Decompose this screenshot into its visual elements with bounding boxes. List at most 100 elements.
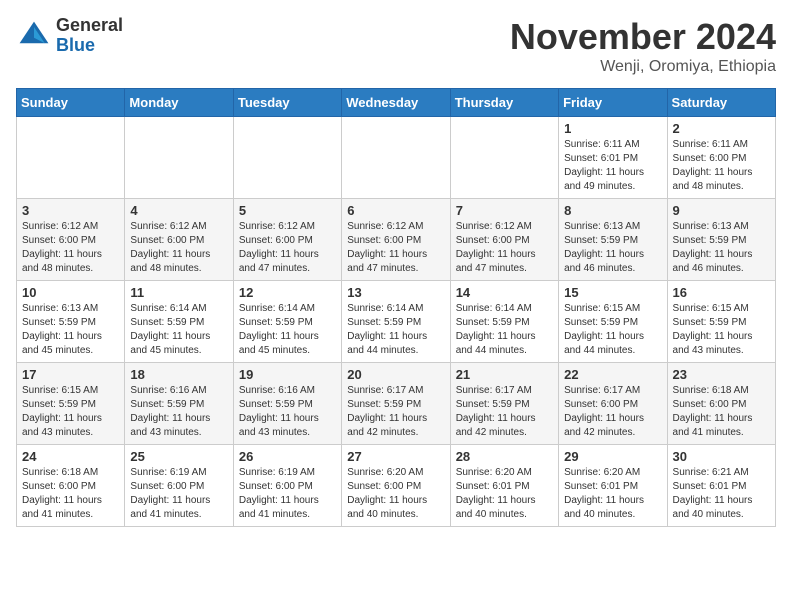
day-info: Sunrise: 6:15 AM Sunset: 5:59 PM Dayligh… (564, 302, 661, 358)
day-number: 15 (564, 285, 661, 300)
calendar-day-cell: 30 Sunrise: 6:21 AM Sunset: 6:01 PM Dayli… (667, 445, 775, 527)
day-info: Sunrise: 6:16 AM Sunset: 5:59 PM Dayligh… (239, 384, 336, 440)
calendar-day-cell: 28 Sunrise: 6:20 AM Sunset: 6:01 PM Dayli… (450, 445, 558, 527)
day-of-week-header: Friday (559, 89, 667, 117)
calendar-day-cell: 27Sunrise: 6:20 AM Sunset: 6:00 PM Dayli… (342, 445, 450, 527)
day-info: Sunrise: 6:20 AM Sunset: 6:00 PM Dayligh… (347, 466, 444, 522)
day-number: 21 (456, 367, 553, 382)
day-of-week-header: Saturday (667, 89, 775, 117)
day-info: Sunrise: 6:12 AM Sunset: 6:00 PM Dayligh… (130, 220, 227, 276)
day-info: Sunrise: 6:14 AM Sunset: 5:59 PM Dayligh… (239, 302, 336, 358)
day-number: 14 (456, 285, 553, 300)
calendar-day-cell: 26 Sunrise: 6:19 AM Sunset: 6:00 PM Dayli… (233, 445, 341, 527)
calendar-day-cell (233, 117, 341, 199)
day-info: Sunrise: 6:11 AM Sunset: 6:01 PM Dayligh… (564, 138, 661, 194)
calendar-day-cell: 4 Sunrise: 6:12 AM Sunset: 6:00 PM Daylig… (125, 199, 233, 281)
day-info: Sunrise: 6:13 AM Sunset: 5:59 PM Dayligh… (673, 220, 770, 276)
day-number: 3 (22, 203, 119, 218)
calendar-day-cell: 10 Sunrise: 6:13 AM Sunset: 5:59 PM Dayli… (17, 281, 125, 363)
calendar-day-cell: 9 Sunrise: 6:13 AM Sunset: 5:59 PM Daylig… (667, 199, 775, 281)
day-number: 20 (347, 367, 444, 382)
calendar-day-cell: 3Sunrise: 6:12 AM Sunset: 6:00 PM Daylig… (17, 199, 125, 281)
calendar-day-cell: 2Sunrise: 6:11 AM Sunset: 6:00 PM Daylig… (667, 117, 775, 199)
calendar-day-cell: 11Sunrise: 6:14 AM Sunset: 5:59 PM Dayli… (125, 281, 233, 363)
day-number: 13 (347, 285, 444, 300)
day-info: Sunrise: 6:18 AM Sunset: 6:00 PM Dayligh… (673, 384, 770, 440)
day-number: 19 (239, 367, 336, 382)
page-header: General Blue November 2024 Wenji, Oromiy… (16, 16, 776, 76)
day-number: 16 (673, 285, 770, 300)
day-number: 10 (22, 285, 119, 300)
calendar-week-row: 17 Sunrise: 6:15 AM Sunset: 5:59 PM Dayli… (17, 363, 776, 445)
calendar-day-cell: 18 Sunrise: 6:16 AM Sunset: 5:59 PM Dayli… (125, 363, 233, 445)
calendar-day-cell: 5Sunrise: 6:12 AM Sunset: 6:00 PM Daylig… (233, 199, 341, 281)
calendar-week-row: 3 Sunrise: 6:12 AM Sunset: 6:00 PM Daylig… (17, 199, 776, 281)
location-text: Wenji, Oromiya, Ethiopia (510, 58, 776, 76)
calendar-week-row: 24 Sunrise: 6:18 AM Sunset: 6:00 PM Dayli… (17, 445, 776, 527)
day-info: Sunrise: 6:15 AM Sunset: 5:59 PM Dayligh… (22, 384, 119, 440)
calendar-week-row: 1 Sunrise: 6:11 AM Sunset: 6:01 PM Daylig… (17, 117, 776, 199)
day-number: 17 (22, 367, 119, 382)
day-number: 26 (239, 449, 336, 464)
day-info: Sunrise: 6:18 AM Sunset: 6:00 PM Dayligh… (22, 466, 119, 522)
calendar-day-cell (342, 117, 450, 199)
day-of-week-header: Monday (125, 89, 233, 117)
title-block: November 2024 Wenji, Oromiya, Ethiopia (510, 16, 776, 76)
day-info: Sunrise: 6:19 AM Sunset: 6:00 PM Dayligh… (130, 466, 227, 522)
calendar-day-cell: 16Sunrise: 6:15 AM Sunset: 5:59 PM Dayli… (667, 281, 775, 363)
day-number: 24 (22, 449, 119, 464)
day-info: Sunrise: 6:21 AM Sunset: 6:01 PM Dayligh… (673, 466, 770, 522)
day-number: 9 (673, 203, 770, 218)
calendar-day-cell: 1 Sunrise: 6:11 AM Sunset: 6:01 PM Daylig… (559, 117, 667, 199)
day-info: Sunrise: 6:14 AM Sunset: 5:59 PM Dayligh… (347, 302, 444, 358)
day-number: 28 (456, 449, 553, 464)
day-info: Sunrise: 6:20 AM Sunset: 6:01 PM Dayligh… (456, 466, 553, 522)
day-info: Sunrise: 6:16 AM Sunset: 5:59 PM Dayligh… (130, 384, 227, 440)
calendar-day-cell: 8 Sunrise: 6:13 AM Sunset: 5:59 PM Daylig… (559, 199, 667, 281)
day-info: Sunrise: 6:12 AM Sunset: 6:00 PM Dayligh… (456, 220, 553, 276)
day-info: Sunrise: 6:14 AM Sunset: 5:59 PM Dayligh… (456, 302, 553, 358)
calendar-week-row: 10 Sunrise: 6:13 AM Sunset: 5:59 PM Dayli… (17, 281, 776, 363)
logo-blue-text: Blue (56, 36, 123, 56)
calendar-day-cell: 17 Sunrise: 6:15 AM Sunset: 5:59 PM Dayli… (17, 363, 125, 445)
calendar-day-cell (125, 117, 233, 199)
calendar-table: SundayMondayTuesdayWednesdayThursdayFrid… (16, 88, 776, 527)
calendar-day-cell: 29 Sunrise: 6:20 AM Sunset: 6:01 PM Dayli… (559, 445, 667, 527)
day-info: Sunrise: 6:13 AM Sunset: 5:59 PM Dayligh… (22, 302, 119, 358)
day-of-week-header: Wednesday (342, 89, 450, 117)
day-info: Sunrise: 6:13 AM Sunset: 5:59 PM Dayligh… (564, 220, 661, 276)
month-title: November 2024 (510, 16, 776, 58)
day-number: 12 (239, 285, 336, 300)
day-info: Sunrise: 6:20 AM Sunset: 6:01 PM Dayligh… (564, 466, 661, 522)
day-info: Sunrise: 6:17 AM Sunset: 5:59 PM Dayligh… (456, 384, 553, 440)
day-number: 4 (130, 203, 227, 218)
day-number: 2 (673, 121, 770, 136)
day-number: 29 (564, 449, 661, 464)
calendar-day-cell: 25Sunrise: 6:19 AM Sunset: 6:00 PM Dayli… (125, 445, 233, 527)
day-of-week-header: Sunday (17, 89, 125, 117)
day-number: 18 (130, 367, 227, 382)
day-info: Sunrise: 6:12 AM Sunset: 6:00 PM Dayligh… (239, 220, 336, 276)
calendar-day-cell: 19 Sunrise: 6:16 AM Sunset: 5:59 PM Dayli… (233, 363, 341, 445)
logo: General Blue (16, 16, 123, 56)
logo-general-text: General (56, 16, 123, 36)
logo-icon (16, 18, 52, 54)
day-number: 1 (564, 121, 661, 136)
calendar-day-cell: 22 Sunrise: 6:17 AM Sunset: 6:00 PM Dayli… (559, 363, 667, 445)
day-info: Sunrise: 6:17 AM Sunset: 6:00 PM Dayligh… (564, 384, 661, 440)
day-info: Sunrise: 6:19 AM Sunset: 6:00 PM Dayligh… (239, 466, 336, 522)
day-number: 23 (673, 367, 770, 382)
day-number: 22 (564, 367, 661, 382)
calendar-day-cell: 23 Sunrise: 6:18 AM Sunset: 6:00 PM Dayli… (667, 363, 775, 445)
day-number: 6 (347, 203, 444, 218)
calendar-day-cell: 13 Sunrise: 6:14 AM Sunset: 5:59 PM Dayli… (342, 281, 450, 363)
day-number: 8 (564, 203, 661, 218)
calendar-day-cell: 14 Sunrise: 6:14 AM Sunset: 5:59 PM Dayli… (450, 281, 558, 363)
day-of-week-header: Thursday (450, 89, 558, 117)
calendar-day-cell: 24 Sunrise: 6:18 AM Sunset: 6:00 PM Dayli… (17, 445, 125, 527)
calendar-day-cell (17, 117, 125, 199)
calendar-day-cell: 15 Sunrise: 6:15 AM Sunset: 5:59 PM Dayli… (559, 281, 667, 363)
calendar-day-cell: 12 Sunrise: 6:14 AM Sunset: 5:59 PM Dayli… (233, 281, 341, 363)
day-number: 30 (673, 449, 770, 464)
day-number: 7 (456, 203, 553, 218)
